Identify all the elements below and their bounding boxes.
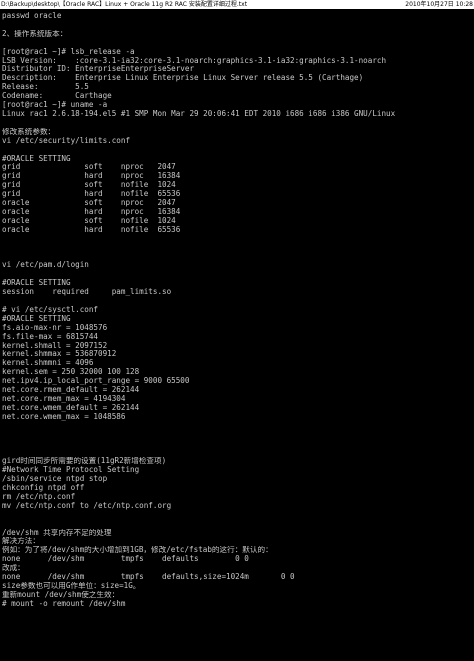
text-line: grid soft nofile 1024 (2, 181, 176, 190)
text-line: oracle hard nofile 65536 (2, 225, 181, 234)
text-line: #Network Time Protocol Setting (2, 466, 140, 475)
text-line: Release: 5.5 (2, 83, 89, 92)
text-line: net.core.rmem_max = 4194304 (2, 394, 126, 403)
text-line: 改成： (2, 564, 25, 573)
text-line: net.core.wmem_max = 1048586 (2, 412, 126, 421)
text-line: kernel.sem = 250 32000 100 128 (2, 368, 140, 377)
text-line: # vi /etc/sysctl.conf (2, 305, 99, 314)
text-line (0, 520, 474, 529)
text-line: 例如：为了将/dev/shm的大小增加到1GB，修改/etc/fstab的这行：… (2, 546, 273, 555)
text-line: gird时间同步所需要的设置(11gR2新增检查项) (2, 457, 167, 466)
text-line (0, 297, 474, 306)
text-line (0, 146, 474, 155)
page-date: 2010年10月27日 10:28 (405, 1, 473, 8)
text-line: # mount -o remount /dev/shm (2, 599, 126, 608)
text-line: rm /etc/ntp.conf (2, 492, 76, 501)
text-line: net.core.wmem_default = 262144 (2, 403, 140, 412)
text-line (0, 440, 474, 449)
text-line (0, 21, 474, 30)
document-body: passwd oracle 2、操作系统版本： [root@rac1 ~]# lsb… (0, 12, 474, 609)
text-line (0, 431, 474, 440)
text-line: kernel.shmmax = 536870912 (2, 350, 117, 359)
text-line: 修改系统参数： (2, 127, 56, 136)
text-line: session required pam_limits.so (2, 288, 172, 297)
page-header: D:\Backup\desktop\【Oracle RAC】Linux + Or… (0, 0, 474, 9)
text-line: fs.aio-max-nr = 1048576 (2, 323, 108, 332)
text-line (0, 511, 474, 520)
text-line: none /dev/shm tmpfs defaults 0 0 (2, 555, 249, 564)
text-line: oracle soft nofile 1024 (2, 216, 176, 225)
text-line: 2、操作系统版本： (2, 29, 68, 38)
text-line: kernel.shmmni = 4096 (2, 359, 94, 368)
text-line: grid hard nofile 65536 (2, 190, 181, 199)
text-line: grid soft nproc 2047 (2, 163, 176, 172)
text-line: none /dev/shm tmpfs defaults,size=1024m … (2, 573, 295, 582)
text-line: vi /etc/security/limits.conf (2, 136, 131, 145)
text-line (0, 235, 474, 244)
text-line: chkconfig ntpd off (2, 484, 85, 493)
text-line: #ORACLE SETTING (2, 279, 71, 288)
text-line: size参数也可以用G作单位：size=1G。 (2, 582, 141, 590)
text-line: [root@rac1 ~]# uname -a (2, 101, 108, 110)
text-line: [root@rac1 ~]# lsb_release -a (2, 47, 135, 56)
text-line: grid hard nproc 16384 (2, 172, 181, 181)
file-path: D:\Backup\desktop\【Oracle RAC】Linux + Or… (1, 1, 248, 8)
text-line (0, 119, 474, 128)
text-line: net.core.rmem_default = 262144 (2, 386, 140, 395)
text-line: kernel.shmall = 2097152 (2, 341, 108, 350)
text-line: passwd oracle (2, 12, 62, 20)
text-line: Codename: Carthage (2, 92, 112, 101)
text-line: Distributor ID: EnterpriseEnterpriseServ… (2, 65, 195, 74)
text-line: net.ipv4.ip_local_port_range = 9000 6550… (2, 377, 190, 386)
text-line: Description: Enterprise Linux Enterprise… (2, 74, 364, 83)
text-line: #ORACLE SETTING (2, 154, 71, 163)
text-line: oracle hard nproc 16384 (2, 207, 181, 216)
text-line: #ORACLE SETTING (2, 314, 71, 323)
text-line: Linux rac1 2.6.18-194.el5 #1 SMP Mon Mar… (2, 109, 396, 118)
text-line: LSB Version: :core-3.1-ia32:core-3.1-noa… (2, 56, 387, 65)
text-line: 重新mount /dev/shm使之生效： (2, 590, 120, 599)
text-line: 解决方法： (2, 537, 40, 546)
text-line (0, 252, 474, 261)
text-line: mv /etc/ntp.conf to /etc/ntp.conf.org (2, 501, 172, 510)
text-line (0, 39, 474, 48)
text-line (0, 422, 474, 431)
text-line (0, 448, 474, 457)
text-line: /sbin/service ntpd stop (2, 475, 108, 484)
text-line: vi /etc/pam.d/login (2, 261, 89, 270)
text-line: oracle soft nproc 2047 (2, 199, 176, 208)
text-line (0, 270, 474, 279)
text-line: fs.file-max = 6815744 (2, 332, 99, 341)
text-line (0, 244, 474, 253)
text-line: /dev/shm 共享内存不足的处理 (2, 528, 112, 537)
